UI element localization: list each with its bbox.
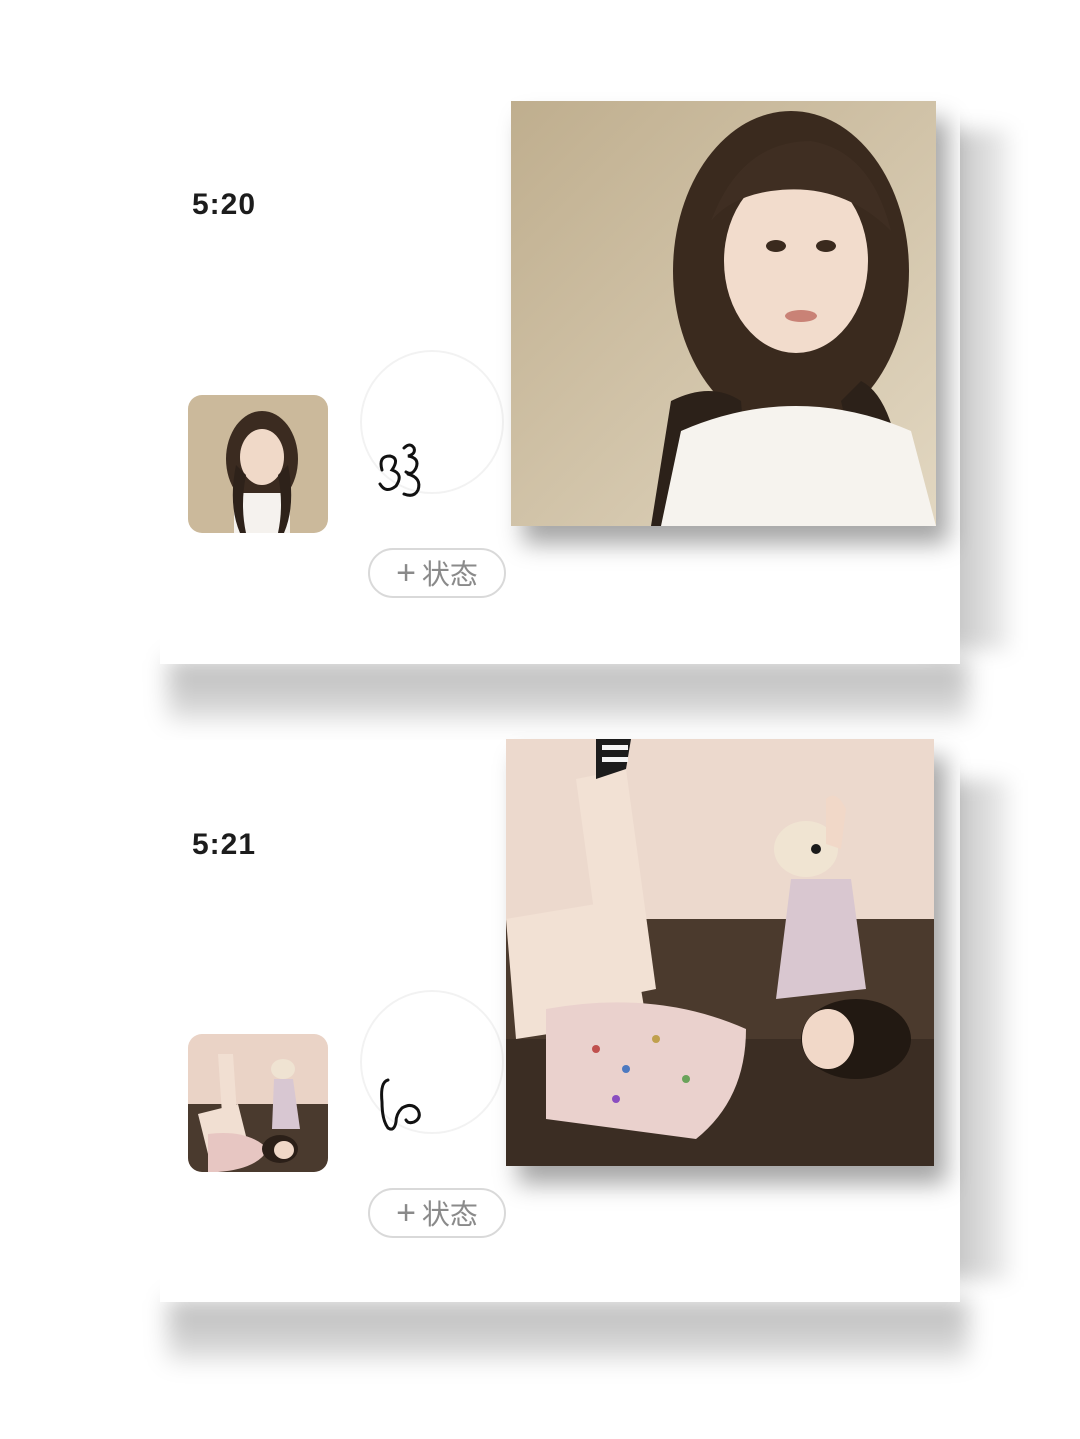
page: 5:20 + 状态 5:21 + 状态 — [0, 0, 1080, 1439]
card-shadow — [168, 1300, 968, 1360]
avatar-thumbnail[interactable] — [188, 395, 328, 533]
post-card: 5:20 + 状态 — [0, 0, 1080, 720]
avatar-sofa-image — [188, 1034, 328, 1172]
post-photo[interactable] — [511, 101, 936, 526]
post-photo[interactable] — [506, 739, 934, 1166]
post-time: 5:21 — [192, 828, 257, 861]
plus-icon: + — [396, 1194, 416, 1232]
post-time: 5:20 — [192, 188, 257, 221]
status-label: 状态 — [421, 1199, 478, 1230]
post-card: 5:21 + 状态 — [0, 720, 1080, 1439]
add-status-button[interactable]: + 状态 — [368, 548, 506, 598]
card-shadow — [168, 660, 968, 720]
girl-on-sofa-with-dog-image — [506, 739, 934, 1166]
scribble-3-icon — [378, 443, 421, 497]
girl-selfie-image — [511, 101, 936, 526]
add-status-button[interactable]: + 状态 — [368, 1188, 506, 1238]
avatar-girl-image — [188, 395, 328, 533]
avatar-thumbnail[interactable] — [188, 1034, 328, 1172]
status-label: 状态 — [421, 559, 478, 590]
plus-icon: + — [396, 554, 416, 592]
scribble-b-icon — [380, 1078, 421, 1131]
